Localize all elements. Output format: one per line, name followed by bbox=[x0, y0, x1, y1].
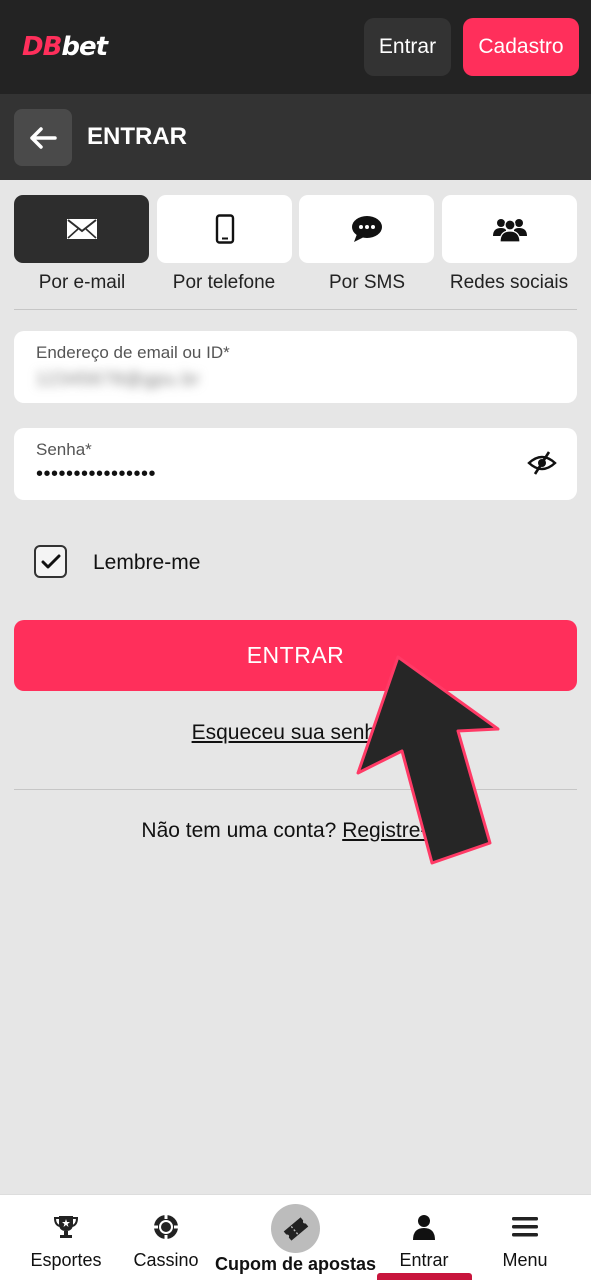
arrow-left-icon bbox=[30, 126, 57, 149]
header-login-button[interactable]: Entrar bbox=[364, 18, 451, 76]
nav-menu-label: Menu bbox=[502, 1250, 548, 1270]
hamburger-menu-icon bbox=[512, 1217, 538, 1237]
phone-icon bbox=[215, 214, 234, 244]
tab-phone-label[interactable]: Por telefone bbox=[154, 271, 294, 295]
nav-menu[interactable]: Menu bbox=[466, 1195, 584, 1280]
password-field-label: Senha* bbox=[36, 440, 92, 459]
email-field[interactable]: Endereço de email ou ID* 12345678@gpu.br bbox=[14, 331, 577, 403]
nav-bet-slip[interactable] bbox=[271, 1204, 320, 1253]
remember-me-checkbox[interactable] bbox=[34, 545, 67, 578]
active-tab-indicator bbox=[377, 1273, 472, 1280]
eye-slash-icon[interactable] bbox=[527, 450, 557, 481]
remember-me-label[interactable]: Lembre-me bbox=[93, 550, 200, 576]
logo-bet-text: bet bbox=[61, 32, 108, 62]
envelope-icon bbox=[66, 219, 97, 239]
logo-db-text: DB bbox=[22, 32, 62, 62]
tab-sms-label[interactable]: Por SMS bbox=[297, 271, 437, 295]
dbbet-logo[interactable]: DBbet bbox=[22, 30, 108, 64]
back-button[interactable] bbox=[14, 109, 72, 166]
casino-chip-icon bbox=[154, 1215, 178, 1239]
tab-email[interactable] bbox=[14, 195, 149, 263]
page-title: ENTRAR bbox=[87, 123, 187, 150]
tab-phone[interactable] bbox=[157, 195, 292, 263]
tab-sms[interactable] bbox=[299, 195, 434, 263]
pointer-arrow-icon bbox=[356, 655, 500, 865]
ticket-icon bbox=[283, 1216, 308, 1241]
email-field-value[interactable]: 12345678@gpu.br bbox=[36, 367, 200, 391]
tab-social[interactable] bbox=[442, 195, 577, 263]
tab-social-label[interactable]: Redes sociais bbox=[439, 271, 579, 295]
nav-login-label: Entrar bbox=[399, 1250, 449, 1270]
no-account-text: Não tem uma conta? bbox=[141, 819, 343, 842]
email-field-label: Endereço de email ou ID* bbox=[36, 343, 230, 362]
password-field-value[interactable]: •••••••••••••••• bbox=[36, 462, 156, 486]
password-field[interactable]: Senha* •••••••••••••••• bbox=[14, 428, 577, 500]
top-header: DBbet Entrar Cadastro bbox=[0, 0, 591, 94]
page-title-bar: ENTRAR bbox=[0, 94, 591, 180]
users-icon bbox=[492, 219, 527, 242]
user-icon bbox=[413, 1215, 435, 1240]
divider bbox=[14, 309, 577, 310]
header-register-button[interactable]: Cadastro bbox=[463, 18, 579, 76]
tab-email-label[interactable]: Por e-mail bbox=[12, 271, 152, 295]
chat-bubble-icon bbox=[351, 216, 382, 242]
bottom-navigation: Esportes Cassino Cupom de apostas Entrar… bbox=[0, 1194, 591, 1280]
trophy-icon bbox=[53, 1216, 79, 1238]
pointer-arrow-overlay bbox=[340, 645, 510, 880]
checkmark-icon bbox=[41, 554, 60, 568]
